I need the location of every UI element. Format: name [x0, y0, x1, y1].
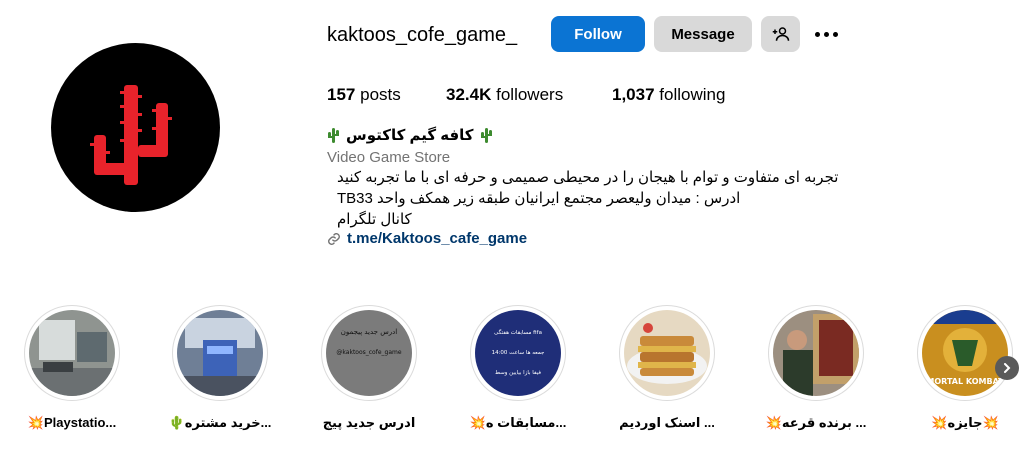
highlight-ring[interactable]: مسابقات هفتگی fifa جمعه ها ساعت 14:00 فی… — [470, 305, 566, 401]
highlight-ring[interactable] — [619, 305, 715, 401]
highlight-ring[interactable] — [768, 305, 864, 401]
bio-line: کانال تلگرام — [337, 211, 412, 228]
bio-line: تجربه ای متفاوت و توام با هیجان را در مح… — [337, 169, 839, 186]
followers-count: 32.4K — [446, 85, 492, 104]
followers-stat[interactable]: 32.4K followers — [446, 85, 563, 105]
cactus-emoji-icon — [480, 127, 492, 143]
highlight-ring[interactable] — [24, 305, 120, 401]
following-label: following — [659, 85, 726, 104]
highlight-label: 💥برنده قرعه ... — [765, 415, 867, 430]
bio-link-text: t.me/Kaktoos_cafe_game — [347, 230, 528, 247]
highlight-thumbnail — [177, 310, 263, 396]
highlight-item[interactable]: اسنک اوردیم ... — [619, 305, 715, 430]
highlight-thumbnail: ادرس جدید پیجمون @kaktoos_cofe_game — [326, 310, 412, 396]
following-count: 1,037 — [612, 85, 655, 104]
bio-line: ادرس : میدان ولیعصر مجتمع ایرانیان طبقه … — [337, 190, 741, 207]
cactus-emoji-icon — [328, 127, 339, 143]
profile-avatar[interactable] — [51, 43, 220, 212]
highlight-item[interactable]: ادرس جدید پیجمون @kaktoos_cofe_game ادرس… — [321, 305, 417, 430]
highlight-item[interactable]: MORTAL KOMBAT 💥جایزه💥 — [917, 305, 1013, 430]
add-user-icon — [772, 27, 789, 41]
svg-text:ادرس جدید پیجمون: ادرس جدید پیجمون — [341, 328, 397, 336]
highlight-thumbnail — [29, 310, 115, 396]
highlight-ring[interactable] — [172, 305, 268, 401]
more-options-button[interactable] — [810, 22, 842, 46]
posts-label: posts — [360, 85, 401, 104]
follow-button[interactable]: Follow — [551, 16, 645, 52]
followers-label: followers — [496, 85, 564, 104]
highlight-thumbnail — [773, 310, 859, 396]
highlight-item[interactable]: 💥Playstatio... — [24, 305, 120, 430]
dot-icon — [832, 31, 838, 37]
highlight-ring[interactable]: ادرس جدید پیجمون @kaktoos_cofe_game — [321, 305, 417, 401]
highlight-thumbnail: MORTAL KOMBAT — [922, 310, 1008, 396]
svg-text:@kaktoos_cofe_game: @kaktoos_cofe_game — [336, 349, 401, 356]
profile-username: kaktoos_cofe_game_ — [327, 24, 518, 46]
link-icon — [328, 232, 340, 245]
bio-name: کافه گیم کاکتوس — [327, 126, 493, 144]
bio-link[interactable]: t.me/Kaktoos_cafe_game — [327, 230, 527, 247]
highlight-thumbnail: مسابقات هفتگی fifa جمعه ها ساعت 14:00 فی… — [475, 310, 561, 396]
posts-count: 157 — [327, 85, 356, 104]
suggest-user-button[interactable] — [761, 16, 800, 52]
highlight-label: اسنک اوردیم ... — [619, 415, 715, 430]
highlight-label: 💥Playstatio... — [27, 415, 117, 430]
chevron-right-icon — [1004, 363, 1011, 373]
highlight-label: ادرس جدید پیج — [322, 415, 416, 430]
highlight-ring[interactable]: MORTAL KOMBAT — [917, 305, 1013, 401]
highlight-item[interactable]: 💥برنده قرعه ... — [766, 305, 866, 430]
bio-category: Video Game Store — [327, 149, 451, 166]
cactus-logo — [90, 85, 172, 185]
highlight-label: 🌵خرید مشتره... — [168, 415, 272, 430]
highlights-next-button[interactable] — [995, 356, 1019, 380]
highlight-label: 💥جایزه💥 — [931, 415, 999, 430]
dot-icon — [823, 31, 829, 37]
dot-icon — [814, 31, 820, 37]
following-stat[interactable]: 1,037 following — [612, 85, 725, 105]
message-button[interactable]: Message — [654, 16, 752, 52]
bio-text: تجربه ای متفاوت و توام با هیجان را در مح… — [327, 167, 857, 230]
highlight-item[interactable]: 🌵خرید مشتره... — [169, 305, 271, 430]
svg-text:مسابقات هفتگی fifa: مسابقات هفتگی fifa — [494, 329, 542, 336]
highlight-label: 💥مسابقات ه... — [469, 415, 567, 430]
highlight-item[interactable]: مسابقات هفتگی fifa جمعه ها ساعت 14:00 فی… — [470, 305, 566, 430]
svg-text:فیفا بازا بیایین وسط: فیفا بازا بیایین وسط — [495, 370, 541, 376]
svg-text:MORTAL KOMBAT: MORTAL KOMBAT — [926, 377, 1004, 386]
bio-name-text: کافه گیم کاکتوس — [346, 127, 474, 144]
svg-text:جمعه ها ساعت 14:00: جمعه ها ساعت 14:00 — [492, 350, 545, 356]
posts-stat: 157 posts — [327, 85, 401, 105]
highlight-thumbnail — [624, 310, 710, 396]
